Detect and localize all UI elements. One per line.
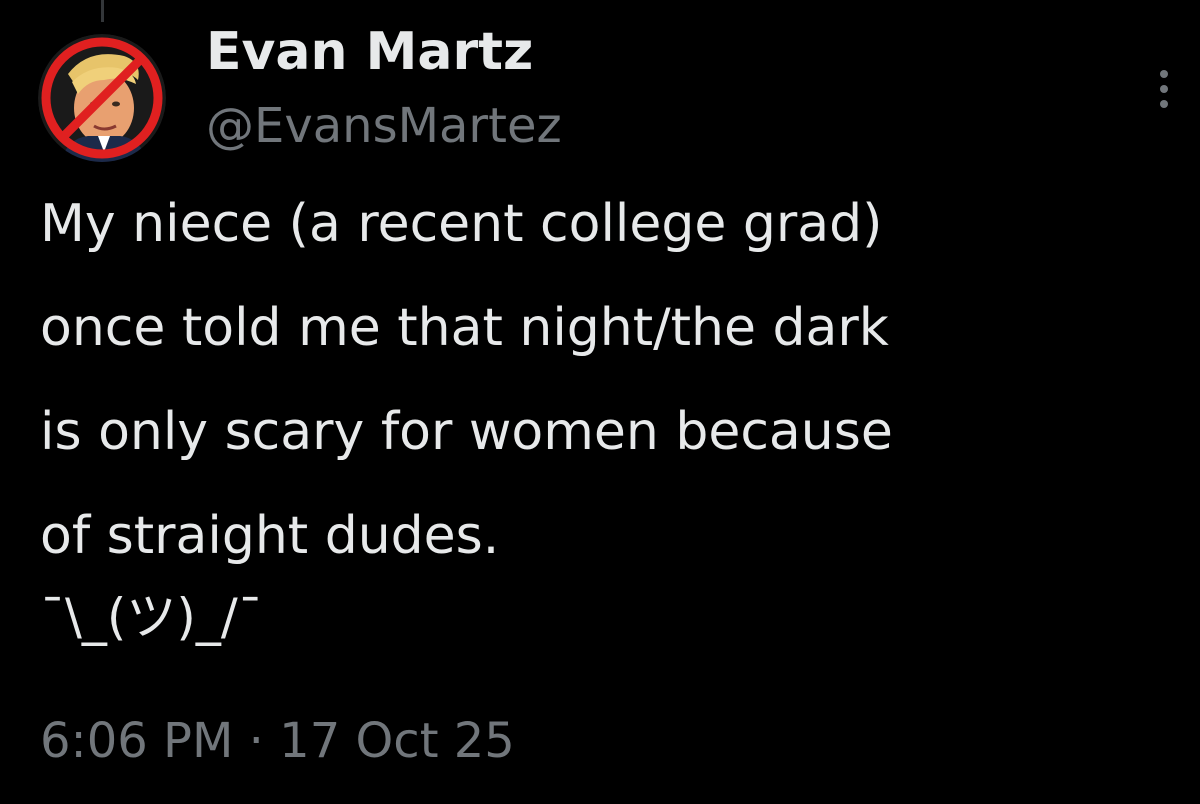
more-dot (1160, 85, 1168, 93)
tweet-header: Evan Martz @EvansMartez (206, 18, 562, 158)
tweet-text-line: of straight dudes. (40, 506, 500, 566)
tweet-text: My niece (a recent college grad) once to… (40, 172, 1190, 588)
tweet-timestamp[interactable]: 6:06 PM · 17 Oct 25 (40, 706, 515, 776)
tweet-text-line: is only scary for women because (40, 402, 893, 462)
author-handle[interactable]: @EvansMartez (206, 94, 562, 158)
more-dot (1160, 100, 1168, 108)
author-avatar[interactable] (38, 34, 166, 162)
tweet-text-line: once told me that night/the dark (40, 298, 889, 358)
shrug-emoticon: ¯\_(ツ)_/¯ (40, 588, 263, 646)
thread-connector-line (101, 0, 104, 22)
avatar-with-prohibition-sign-icon (38, 34, 166, 162)
more-dot (1160, 70, 1168, 78)
more-vertical-icon[interactable] (1150, 64, 1180, 114)
tweet-text-line: My niece (a recent college grad) (40, 194, 883, 254)
author-display-name[interactable]: Evan Martz (206, 18, 562, 86)
